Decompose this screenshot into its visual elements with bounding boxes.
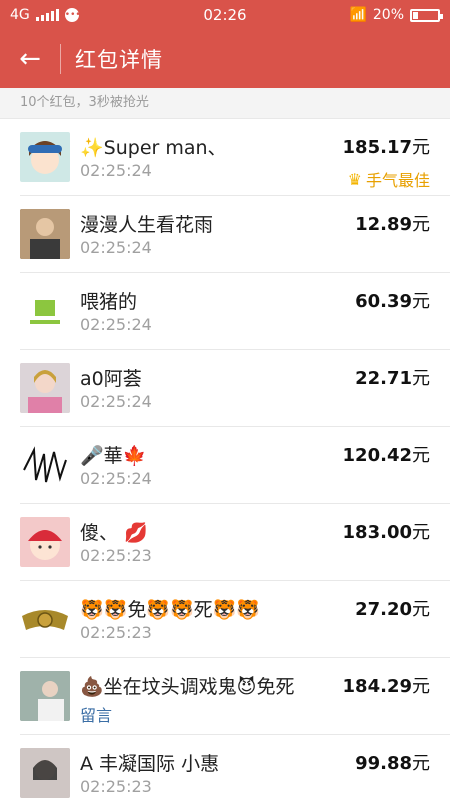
list-item[interactable]: 🎤華🍁 02:25:24 120.42元: [20, 427, 450, 504]
avatar[interactable]: [20, 748, 70, 798]
battery-percent: 20%: [372, 7, 404, 23]
avatar-cartoon-icon: [28, 530, 62, 560]
avatar-logo-icon: [30, 300, 60, 324]
avatar-signature-icon: [23, 446, 67, 483]
amount: 60.39元: [355, 291, 430, 312]
comment-link[interactable]: 留言: [80, 702, 450, 726]
amount: 183.00元: [342, 522, 430, 543]
crown-icon: ♛: [347, 169, 362, 189]
avatar[interactable]: [20, 209, 70, 259]
amount: 27.20元: [355, 599, 430, 620]
avatar[interactable]: [20, 286, 70, 336]
amount: 99.88元: [355, 753, 430, 774]
amount: 12.89元: [355, 214, 430, 235]
amount: 184.29元: [342, 676, 430, 697]
list-item[interactable]: 漫漫人生看花雨 02:25:24 12.89元: [20, 196, 450, 273]
red-packet-summary: 10个红包，3秒被抢光: [0, 88, 450, 119]
status-right: 📶 20%: [349, 7, 443, 23]
message-icon: •••: [64, 8, 81, 22]
claim-time: 02:25:24: [80, 392, 152, 411]
signal-icon: [35, 9, 59, 21]
avatar[interactable]: [20, 440, 70, 490]
list-item[interactable]: 喂猪的 02:25:24 60.39元: [20, 273, 450, 350]
list-item[interactable]: A 丰凝国际 小惠 02:25:23 99.88元: [20, 735, 450, 812]
list-item[interactable]: a0阿荟 02:25:24 22.71元: [20, 350, 450, 427]
wifi-icon: 📶: [349, 7, 367, 23]
amount: 120.42元: [342, 445, 430, 466]
claim-list: ✨Super man、 02:25:24 185.17元 ♛ 手气最佳 漫漫人生看…: [0, 119, 450, 812]
list-item[interactable]: 💩坐在坟头调戏鬼😈免死 留言 184.29元: [20, 658, 450, 735]
app-bar: ← 红包详情: [0, 30, 450, 88]
avatar-photo-icon: [20, 363, 70, 413]
claim-time: 02:25:24: [80, 238, 152, 257]
amount: 22.71元: [355, 368, 430, 389]
avatar-emblem-icon: [22, 610, 68, 630]
avatar[interactable]: [20, 517, 70, 567]
avatar[interactable]: [20, 671, 70, 721]
amount: 185.17元: [342, 137, 430, 158]
header-divider: [60, 44, 61, 74]
best-luck-badge: ♛ 手气最佳: [347, 169, 430, 191]
avatar-cartoon-icon: [28, 141, 62, 174]
status-bar: 4G ••• 02:26 📶 20%: [0, 0, 450, 30]
claim-time: 02:25:23: [80, 623, 152, 642]
avatar[interactable]: [20, 132, 70, 182]
avatar-photo-icon: [20, 748, 70, 798]
list-item[interactable]: 傻、 💋 02:25:23 183.00元: [20, 504, 450, 581]
list-item[interactable]: 🐯🐯免🐯🐯死🐯🐯 02:25:23 27.20元: [20, 581, 450, 658]
claim-time: 02:25:23: [80, 546, 152, 565]
page-title: 红包详情: [75, 48, 163, 72]
avatar[interactable]: [20, 594, 70, 644]
claim-time: 02:25:24: [80, 469, 152, 488]
claim-time: 02:25:24: [80, 315, 152, 334]
avatar-photo-icon: [20, 209, 70, 259]
avatar[interactable]: [20, 363, 70, 413]
status-left: 4G •••: [10, 7, 81, 23]
network-label: 4G: [10, 7, 30, 23]
claim-time: 02:25:23: [80, 777, 152, 796]
back-arrow-icon[interactable]: ←: [0, 30, 60, 88]
battery-icon: [410, 8, 443, 22]
list-item[interactable]: ✨Super man、 02:25:24 185.17元 ♛ 手气最佳: [20, 119, 450, 196]
avatar-photo-icon: [20, 671, 70, 721]
